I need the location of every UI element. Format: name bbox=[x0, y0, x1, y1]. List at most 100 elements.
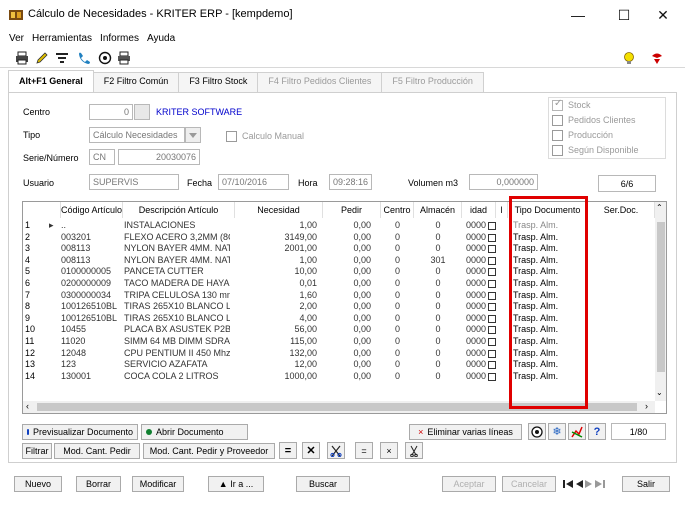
produccion-checkbox[interactable] bbox=[552, 130, 563, 141]
volumen-input[interactable]: 0,000000 bbox=[469, 174, 538, 190]
last-record-icon[interactable] bbox=[595, 479, 605, 489]
row-checkbox[interactable] bbox=[488, 245, 496, 254]
table-row[interactable]: 10 10455 PLACA BX ASUSTEK P2B 56,00 0,00 0 0 00… bbox=[23, 324, 655, 335]
segun-disponible-checkbox[interactable] bbox=[552, 145, 563, 156]
tab-filtro-produccion[interactable]: F5 Filtro Producción bbox=[381, 72, 484, 92]
cancelar-button[interactable]: Cancelar bbox=[502, 476, 556, 492]
grid-header-descripcion[interactable]: Descripción Artículo bbox=[123, 202, 235, 218]
close-button[interactable]: ✕ bbox=[640, 0, 685, 30]
preview-icon[interactable] bbox=[98, 51, 112, 65]
filter-list-icon[interactable] bbox=[55, 51, 69, 65]
table-row[interactable]: 11 11020 SIMM 64 MB DIMM SDRAI 115,00 0,00 0 0… bbox=[23, 336, 655, 347]
menu-ayuda[interactable]: Ayuda bbox=[144, 31, 180, 47]
centro-input[interactable]: 0 bbox=[89, 104, 133, 120]
table-row[interactable]: 7 0300000034 TRIPA CELULOSA 130 mm 1,60 0,00… bbox=[23, 290, 655, 301]
hora-input[interactable]: 09:28:16 bbox=[329, 174, 372, 190]
stock-checkbox[interactable]: ✓ bbox=[552, 98, 563, 111]
row-checkbox[interactable] bbox=[488, 326, 496, 335]
vertical-scroll-thumb[interactable] bbox=[657, 222, 665, 372]
grid-header-pedir[interactable]: Pedir bbox=[323, 202, 381, 218]
row-checkbox[interactable] bbox=[488, 314, 496, 323]
ir-a-button[interactable]: ▲ Ir a ... bbox=[208, 476, 264, 492]
row-checkbox[interactable] bbox=[488, 349, 496, 358]
table-row[interactable]: 1.. INSTALACIONES 1,00 0,00 0 0 0000 Trasp. Alm… bbox=[23, 220, 655, 231]
first-record-icon[interactable] bbox=[563, 479, 573, 489]
snowflake-icon[interactable]: ❄ bbox=[548, 423, 566, 440]
nuevo-button[interactable]: Nuevo bbox=[14, 476, 62, 492]
row-checkbox[interactable] bbox=[488, 303, 496, 312]
table-row[interactable]: 2 003201 FLEXO ACERO 3,2MM (8CI 3149,00 0,00… bbox=[23, 232, 655, 243]
borrar-button[interactable]: Borrar bbox=[76, 476, 121, 492]
scissors-icon[interactable] bbox=[327, 442, 345, 459]
table-row[interactable]: 4 008113 NYLON BAYER 4MM. NAT 1,00 0,00 0 301 0… bbox=[23, 255, 655, 266]
tab-filtro-stock[interactable]: F3 Filtro Stock bbox=[178, 72, 259, 92]
scissors-small-icon[interactable] bbox=[405, 442, 423, 459]
scroll-down-icon[interactable]: ⌄ bbox=[656, 388, 663, 397]
next-record-icon[interactable] bbox=[585, 479, 593, 489]
menu-ver[interactable]: Ver bbox=[0, 31, 29, 47]
x-small-icon[interactable]: × bbox=[380, 442, 398, 459]
aceptar-button[interactable]: Aceptar bbox=[442, 476, 496, 492]
equals-small-icon[interactable]: = bbox=[355, 442, 373, 459]
serie-input[interactable]: CN bbox=[89, 149, 115, 165]
clear-filter-x-icon[interactable]: ✕ bbox=[302, 442, 320, 459]
salir-button[interactable]: Salir bbox=[622, 476, 670, 492]
table-row[interactable]: 9 100126510BL TIRAS 265X10 BLANCO LI 4,00 0,… bbox=[23, 313, 655, 324]
equals-filter-icon[interactable]: = bbox=[279, 442, 297, 459]
modificar-button[interactable]: Modificar bbox=[132, 476, 184, 492]
tab-filtro-comun[interactable]: F2 Filtro Común bbox=[92, 72, 180, 92]
centro-lookup-button[interactable] bbox=[134, 104, 150, 120]
help-question-icon[interactable]: ? bbox=[588, 423, 606, 440]
horizontal-scrollbar[interactable]: ‹ › bbox=[23, 401, 655, 413]
mod-cant-pedir-proveedor-button[interactable]: Mod. Cant. Pedir y Proveedor bbox=[143, 443, 275, 459]
tipo-dropdown-button[interactable] bbox=[185, 127, 201, 143]
row-checkbox[interactable] bbox=[488, 361, 496, 370]
horizontal-scroll-thumb[interactable] bbox=[37, 403, 637, 411]
lightbulb-icon[interactable] bbox=[622, 51, 636, 65]
previsualizar-button[interactable]: Previsualizar Documento bbox=[22, 424, 138, 440]
previous-record-icon[interactable] bbox=[575, 479, 583, 489]
grid-header-centro[interactable]: Centro bbox=[381, 202, 414, 218]
necesidades-grid[interactable]: Código Artículo Descripción Artículo Nec… bbox=[22, 201, 667, 414]
filtrar-button[interactable]: Filtrar bbox=[22, 443, 52, 459]
row-checkbox[interactable] bbox=[488, 291, 496, 300]
eye-icon[interactable] bbox=[528, 423, 546, 440]
fecha-input[interactable]: 07/10/2016 bbox=[218, 174, 289, 190]
numero-input[interactable]: 20030076 bbox=[118, 149, 200, 165]
scroll-up-icon[interactable]: ⌃ bbox=[656, 203, 663, 212]
row-checkbox[interactable] bbox=[488, 222, 496, 230]
table-row[interactable]: 12 12048 CPU PENTIUM II 450 Mhz 132,00 0,00 0… bbox=[23, 348, 655, 359]
row-checkbox[interactable] bbox=[488, 280, 496, 288]
abrir-documento-button[interactable]: Abrir Documento bbox=[141, 424, 248, 440]
table-row[interactable]: 6 0200000009 TACO MADERA DE HAYA 0,01 0,00 0 0… bbox=[23, 278, 655, 289]
table-row[interactable]: 3 008113 NYLON BAYER 4MM. NAT 2001,00 0,00 0 0… bbox=[23, 243, 655, 254]
print-icon[interactable] bbox=[15, 51, 29, 65]
table-row[interactable]: 5 0100000005 PANCETA CUTTER 10,00 0,00 0 0 0000… bbox=[23, 266, 655, 277]
calculo-manual-checkbox[interactable] bbox=[226, 131, 237, 142]
row-checkbox[interactable] bbox=[488, 256, 496, 265]
table-row[interactable]: 14 130001 COCA COLA 2 LITROS 1000,00 0,00 0 0 0… bbox=[23, 371, 655, 382]
usuario-input[interactable]: SUPERVIS bbox=[89, 174, 179, 190]
grid-header-l[interactable]: l bbox=[496, 202, 508, 218]
scroll-right-icon[interactable]: › bbox=[645, 401, 648, 411]
grid-header-codigo[interactable]: Código Artículo bbox=[61, 202, 123, 218]
table-row[interactable]: 8 100126510BL TIRAS 265X10 BLANCO LI 2,00 0,… bbox=[23, 301, 655, 312]
scroll-left-icon[interactable]: ‹ bbox=[26, 401, 29, 411]
tab-filtro-pedidos-clientes[interactable]: F4 Filtro Pedidos Clientes bbox=[257, 72, 383, 92]
row-checkbox[interactable] bbox=[488, 268, 496, 277]
tipo-select[interactable]: Cálculo Necesidades bbox=[89, 127, 185, 143]
row-checkbox[interactable] bbox=[488, 338, 496, 346]
phone-icon[interactable] bbox=[77, 51, 91, 65]
pencil-icon[interactable] bbox=[35, 51, 49, 65]
minimize-button[interactable]: — bbox=[555, 0, 601, 30]
row-checkbox[interactable] bbox=[488, 372, 496, 381]
chart-colors-icon[interactable] bbox=[568, 423, 586, 440]
vertical-scrollbar[interactable]: ⌃ ⌄ bbox=[655, 202, 666, 401]
grid-header-ser-doc[interactable]: Ser.Doc. bbox=[588, 202, 655, 218]
grid-header-almacen[interactable]: Almacén bbox=[414, 202, 462, 218]
menu-informes[interactable]: Informes bbox=[97, 31, 144, 47]
help-person-icon[interactable] bbox=[650, 51, 664, 65]
pedidos-clientes-checkbox[interactable] bbox=[552, 115, 563, 126]
grid-header-unidad[interactable]: idad bbox=[462, 202, 496, 218]
row-checkbox[interactable] bbox=[488, 233, 496, 242]
